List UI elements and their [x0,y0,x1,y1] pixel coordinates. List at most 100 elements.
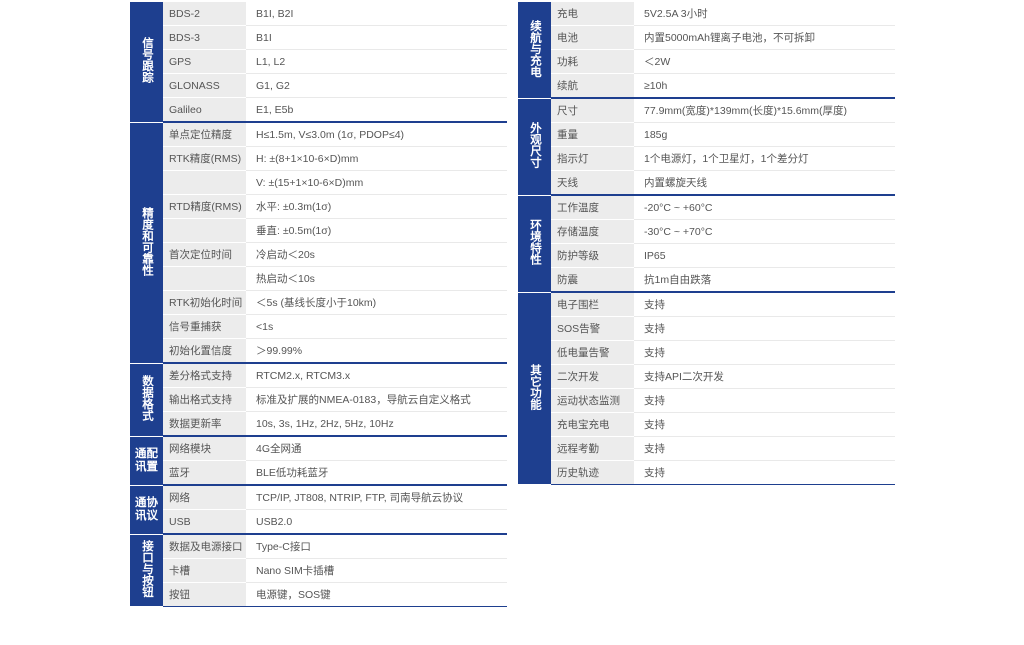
spec-value: 支持 [634,292,895,317]
spec-row: GPS L1, L2 [130,49,507,74]
spec-label: 首次定位时间 [163,242,246,267]
spec-row: 蓝牙 BLE低功耗蓝牙 [130,460,507,486]
spec-value: 5V2.5A 3小时 [634,2,895,26]
group-title: 通配讯置 [135,447,158,473]
spec-label: 单点定位精度 [163,122,246,147]
spec-label: 低电量告警 [551,340,634,365]
group-title: 外观尺寸 [529,122,541,168]
spec-value: V: ±(15+1×10-6×D)mm [246,170,507,195]
spec-row: 信号重捕获 <1s [130,314,507,339]
spec-value: 支持API二次开发 [634,364,895,389]
spec-row: 垂直: ±0.5m(1σ) [130,218,507,243]
spec-label: 运动状态监测 [551,388,634,413]
spec-label: RTK初始化时间 [163,290,246,315]
spec-row: 远程考勤 支持 [518,436,895,461]
group-header: 接口与按钮 [130,534,163,607]
spec-value: ≥10h [634,73,895,99]
group-header: 精度和可靠性 [130,122,163,364]
spec-row: 防护等级 IP65 [518,243,895,268]
spec-value: H: ±(8+1×10-6×D)mm [246,146,507,171]
spec-value: 10s, 3s, 1Hz, 2Hz, 5Hz, 10Hz [246,411,507,437]
spec-row: 低电量告警 支持 [518,340,895,365]
spec-value: 支持 [634,460,895,485]
spec-label: 电池 [551,25,634,50]
group-title: 续航与充电 [529,19,541,78]
spec-label [163,170,246,195]
spec-label: 充电宝充电 [551,412,634,437]
group-title: 接口与按钮 [141,540,153,598]
spec-value: 水平: ±0.3m(1σ) [246,194,507,219]
spec-row: 通协讯议 网络 TCP/IP, JT808, NTRIP, FTP, 司南导航云协议 [130,485,507,535]
spec-row: SOS告警 支持 [518,316,895,341]
spec-label: 续航 [551,73,634,99]
spec-value: E1, E5b [246,97,507,123]
spec-value: B1I, B2I [246,2,507,26]
group-title: 信号跟踪 [141,37,153,84]
spec-label: 按钮 [163,582,246,607]
spec-label: 初始化置信度 [163,338,246,364]
spec-row: 重量 185g [518,122,895,147]
spec-value: 支持 [634,436,895,461]
spec-label: 存储温度 [551,219,634,244]
spec-label: 防护等级 [551,243,634,268]
spec-value: G1, G2 [246,73,507,98]
group-header: 其它功能 [518,292,551,485]
spec-label: 蓝牙 [163,460,246,486]
group-title: 其它功能 [529,363,541,410]
spec-value: RTCM2.x, RTCM3.x [246,363,507,388]
group-header: 通配讯置 [130,436,163,486]
spec-row: RTK精度(RMS) H: ±(8+1×10-6×D)mm [130,146,507,171]
spec-label: 输出格式支持 [163,387,246,412]
spec-value: 77.9mm(宽度)*139mm(长度)*15.6mm(厚度) [634,98,895,123]
group-header: 通协讯议 [130,485,163,535]
spec-label: 电子围栏 [551,292,634,317]
spec-row: 通配讯置 网络模块 4G全网通 [130,436,507,486]
spec-label: 指示灯 [551,146,634,171]
spec-value: BLE低功耗蓝牙 [246,460,507,486]
spec-row: 初始化置信度 ＞99.99% [130,338,507,364]
spec-value: 支持 [634,316,895,341]
spec-value: 内置螺旋天线 [634,170,895,196]
spec-row: 卡槽 Nano SIM卡插槽 [130,558,507,583]
spec-label: 防震 [551,267,634,293]
spec-row: BDS-3 B1I [130,25,507,50]
spec-value: ＜5s (基线长度小于10km) [246,290,507,315]
spec-value: 冷启动＜20s [246,242,507,267]
group-header: 信号跟踪 [130,2,163,123]
spec-row: 数据更新率 10s, 3s, 1Hz, 2Hz, 5Hz, 10Hz [130,411,507,437]
group-header: 数据格式 [130,363,163,437]
spec-label [163,266,246,291]
spec-row: USB USB2.0 [130,509,507,535]
spec-value: USB2.0 [246,509,507,535]
spec-table-left: 信号跟踪 BDS-2 B1I, B2I BDS-3 B1I GPS L1, L2 GLONAS… [130,2,507,607]
spec-value: L1, L2 [246,49,507,74]
spec-row: GLONASS G1, G2 [130,73,507,98]
spec-row: 续航与充电 充电 5V2.5A 3小时 [518,2,895,99]
spec-label: 重量 [551,122,634,147]
spec-label: 远程考勤 [551,436,634,461]
spec-label: USB [163,509,246,535]
spec-row: 二次开发 支持API二次开发 [518,364,895,389]
spec-row: RTD精度(RMS) 水平: ±0.3m(1σ) [130,194,507,219]
spec-value: 抗1m自由跌落 [634,267,895,293]
spec-value: 1个电源灯，1个卫星灯，1个差分灯 [634,146,895,171]
spec-value: 支持 [634,412,895,437]
group-header: 环境特性 [518,195,551,293]
spec-label: GLONASS [163,73,246,98]
group-title: 数据格式 [141,375,153,421]
spec-row: 存储温度 -30°C ~ +70°C [518,219,895,244]
spec-label: BDS-3 [163,25,246,50]
spec-row: 信号跟踪 BDS-2 B1I, B2I [130,2,507,123]
spec-label: 天线 [551,170,634,196]
group-title: 通协讯议 [135,496,158,522]
spec-row: 热启动＜10s [130,266,507,291]
spec-row: 按钮 电源键，SOS键 [130,582,507,607]
spec-label: 历史轨迹 [551,460,634,485]
spec-row: 续航 ≥10h [518,73,895,99]
spec-label: 二次开发 [551,364,634,389]
spec-value: 支持 [634,340,895,365]
spec-value: 支持 [634,388,895,413]
spec-row: RTK初始化时间 ＜5s (基线长度小于10km) [130,290,507,315]
spec-label [163,218,246,243]
spec-row: 外观尺寸 尺寸 77.9mm(宽度)*139mm(长度)*15.6mm(厚度) [518,98,895,196]
